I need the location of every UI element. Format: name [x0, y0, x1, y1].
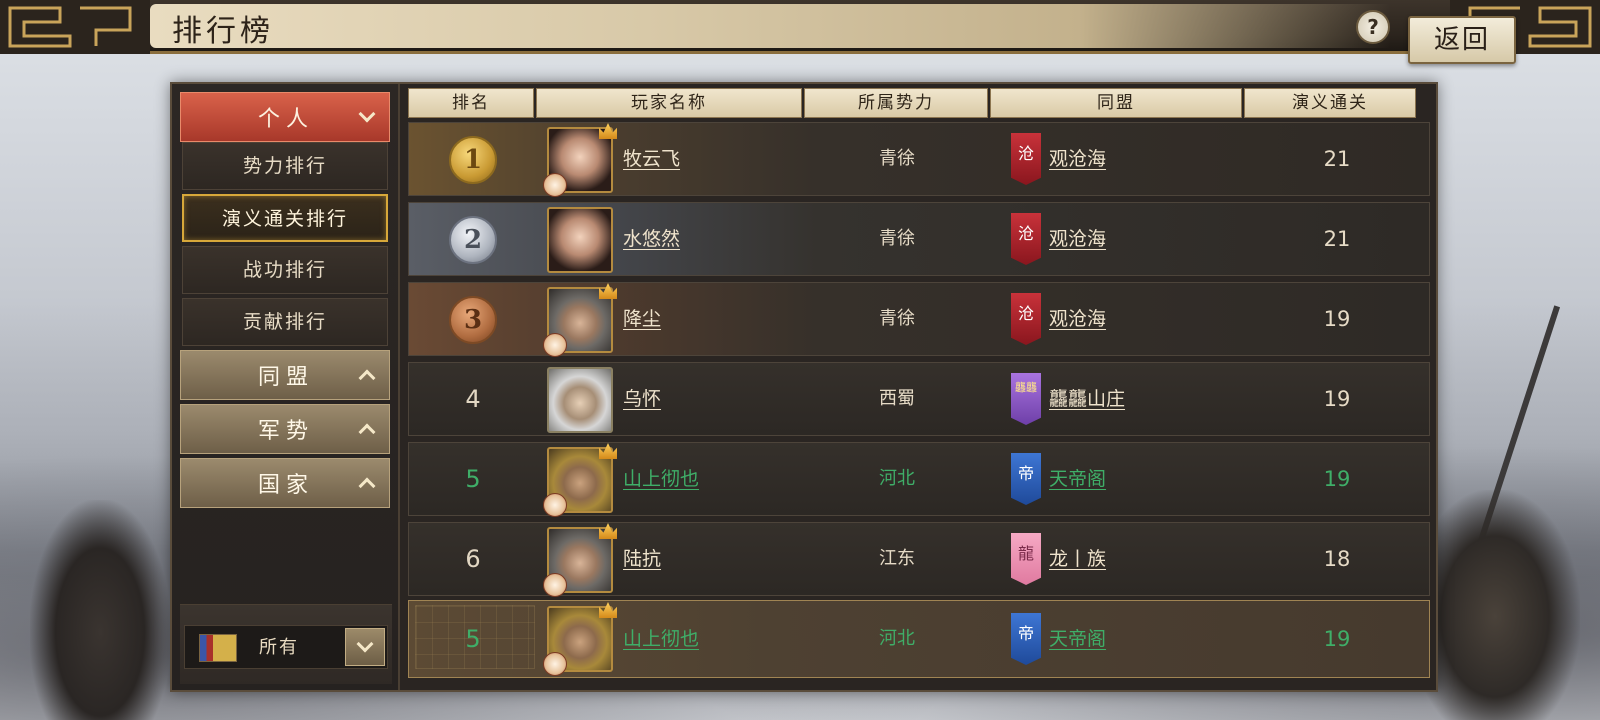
campaign-stage-cell: 19	[1323, 467, 1351, 491]
flag-icon	[199, 634, 237, 662]
my-rank-number: 5	[465, 625, 481, 653]
category-army[interactable]: 军势	[180, 404, 390, 454]
my-faction-cell: 河北	[879, 628, 915, 649]
crown-icon	[599, 283, 617, 299]
rank-number: 4	[465, 385, 481, 413]
faction-cell: 西蜀	[879, 388, 915, 409]
player-avatar[interactable]	[547, 367, 613, 433]
campaign-stage-cell: 19	[1323, 387, 1351, 411]
campaign-stage-cell: 19	[1323, 307, 1351, 331]
category-nation-label: 国家	[257, 473, 314, 498]
silver-medal-icon: 2	[449, 216, 497, 264]
table-header: 排名 玩家名称 所属势力 同盟 演义通关	[402, 88, 1436, 118]
faction-cell: 江东	[879, 548, 915, 569]
player-name-link[interactable]: 水悠然	[623, 203, 680, 275]
player-name-link[interactable]: 降尘	[623, 283, 661, 355]
alliance-name-link[interactable]: 观沧海	[1049, 123, 1106, 195]
table-row[interactable]: 6 陆抗 江东 龍 龙丨族 18	[408, 522, 1430, 597]
alliance-flag-icon: 龍	[1011, 533, 1041, 585]
table-row[interactable]: 1 牧云飞 青徐 沧 观沧海 21	[408, 122, 1430, 197]
header-alliance: 同盟	[990, 88, 1242, 118]
player-avatar[interactable]	[547, 207, 613, 273]
alliance-flag-icon: 沧	[1011, 133, 1041, 185]
table-row[interactable]: 4 乌怀 西蜀 龘龘 龘龘山庄 19	[408, 362, 1430, 436]
category-alliance[interactable]: 同盟	[180, 350, 390, 400]
badge-icon	[543, 333, 567, 357]
player-name-link[interactable]: 山上彻也	[623, 443, 699, 515]
my-player-name-link[interactable]: 山上彻也	[623, 601, 699, 677]
my-alliance-name-link[interactable]: 天帝阁	[1049, 601, 1106, 677]
crown-icon	[599, 123, 617, 139]
sidebar-item-contribution-ranking[interactable]: 贡献排行	[182, 298, 388, 346]
rank-number: 5	[465, 465, 481, 493]
crown-icon	[599, 602, 617, 618]
back-button[interactable]: 返回	[1408, 16, 1516, 64]
alliance-flag-icon: 沧	[1011, 293, 1041, 345]
player-name-link[interactable]: 乌怀	[623, 363, 661, 435]
alliance-name-link[interactable]: 观沧海	[1049, 203, 1106, 275]
sidebar-item-merit-ranking[interactable]: 战功排行	[182, 246, 388, 294]
table-row[interactable]: 5 山上彻也 河北 帝 天帝阁 19	[408, 442, 1430, 517]
background-warrior-left	[30, 500, 170, 720]
badge-icon	[543, 573, 567, 597]
campaign-stage-cell: 21	[1323, 147, 1351, 171]
faction-filter-value: 所有	[259, 637, 299, 658]
badge-icon	[543, 493, 567, 517]
ranking-panel: 个人 势力排行 演义通关排行 战功排行 贡献排行 同盟 军势 国家 所有 排名 …	[170, 82, 1438, 692]
sidebar: 个人 势力排行 演义通关排行 战功排行 贡献排行 同盟 军势 国家 所有	[172, 84, 400, 690]
filter-dropdown-button[interactable]	[345, 628, 385, 666]
alliance-flag-icon: 龘龘	[1011, 373, 1041, 425]
title-plaque	[150, 4, 1390, 48]
bronze-medal-icon: 3	[449, 296, 497, 344]
alliance-name-link[interactable]: 观沧海	[1049, 283, 1106, 355]
page-title: 排行榜	[172, 14, 274, 49]
alliance-flag-icon: 帝	[1011, 613, 1041, 665]
table-row[interactable]: 2 水悠然 青徐 沧 观沧海 21	[408, 202, 1430, 276]
category-personal[interactable]: 个人	[180, 92, 390, 142]
campaign-stage-cell: 21	[1323, 227, 1351, 251]
category-alliance-label: 同盟	[257, 365, 314, 390]
sidebar-item-campaign-ranking[interactable]: 演义通关排行	[182, 194, 388, 242]
header-campaign-progress: 演义通关	[1244, 88, 1416, 118]
crown-icon	[599, 443, 617, 459]
corner-ornament-left	[0, 0, 150, 54]
category-personal-label: 个人	[257, 107, 314, 132]
alliance-flag-icon: 沧	[1011, 213, 1041, 265]
alliance-flag-icon: 帝	[1011, 453, 1041, 505]
campaign-stage-cell: 18	[1323, 547, 1351, 571]
alliance-name-link[interactable]: 龘龘山庄	[1049, 363, 1125, 435]
faction-filter: 所有	[180, 604, 392, 684]
category-nation[interactable]: 国家	[180, 458, 390, 508]
alliance-name-link[interactable]: 天帝阁	[1049, 443, 1106, 515]
table-row[interactable]: 3 降尘 青徐 沧 观沧海 19	[408, 282, 1430, 357]
my-campaign-stage-cell: 19	[1323, 627, 1351, 651]
player-avatar[interactable]	[543, 123, 617, 197]
crown-icon	[599, 523, 617, 539]
header-rank: 排名	[408, 88, 534, 118]
faction-filter-select[interactable]: 所有	[184, 625, 388, 669]
badge-icon	[543, 173, 567, 197]
player-name-link[interactable]: 陆抗	[623, 523, 661, 595]
gold-medal-icon: 1	[449, 136, 497, 184]
player-avatar[interactable]	[543, 443, 617, 517]
my-avatar[interactable]	[543, 602, 617, 676]
alliance-name-link[interactable]: 龙丨族	[1049, 523, 1106, 595]
header-faction: 所属势力	[804, 88, 988, 118]
header-player-name: 玩家名称	[536, 88, 802, 118]
player-avatar[interactable]	[543, 523, 617, 597]
faction-cell: 青徐	[879, 228, 915, 249]
ranking-table: 排名 玩家名称 所属势力 同盟 演义通关 1 牧云飞 青徐 沧 观沧海 21 2…	[402, 84, 1436, 690]
faction-cell: 青徐	[879, 148, 915, 169]
player-avatar[interactable]	[543, 283, 617, 357]
chevron-down-icon	[356, 635, 374, 653]
category-army-label: 军势	[257, 419, 314, 444]
badge-icon	[543, 652, 567, 676]
faction-cell: 青徐	[879, 308, 915, 329]
player-name-link[interactable]: 牧云飞	[623, 123, 680, 195]
faction-cell: 河北	[879, 468, 915, 489]
help-button[interactable]: ?	[1356, 10, 1390, 44]
my-rank-row[interactable]: 5 山上彻也 河北 帝 天帝阁 19	[408, 600, 1430, 678]
sidebar-item-power-ranking[interactable]: 势力排行	[182, 142, 388, 190]
rank-number: 6	[465, 545, 481, 573]
